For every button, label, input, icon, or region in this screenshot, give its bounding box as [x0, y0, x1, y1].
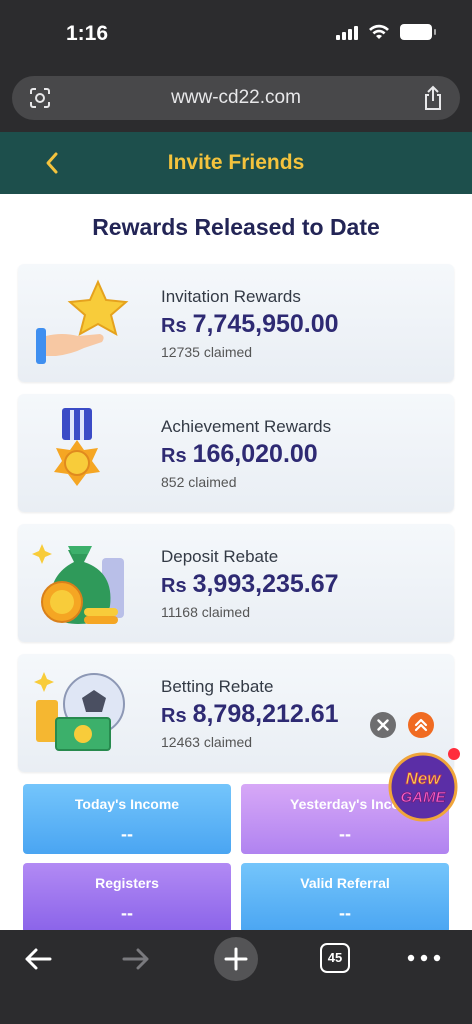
badge-line2: GAME — [401, 789, 447, 806]
plus-icon — [224, 947, 248, 971]
star-hand-icon — [36, 279, 129, 364]
registers-tile[interactable]: Registers -- — [23, 863, 231, 930]
new-game-badge[interactable]: New GAME — [384, 748, 462, 826]
page-header: Invite Friends — [0, 132, 472, 194]
amount-value: 8,798,212.61 — [192, 700, 339, 728]
page-title: Invite Friends — [167, 151, 305, 174]
scroll-top-button[interactable] — [408, 712, 434, 738]
amount-value: 7,745,950.00 — [192, 310, 339, 338]
url-text[interactable]: www-cd22.com — [12, 87, 460, 109]
invitation-rewards-card: Invitation Rewards Rs 7,745,950.00 12735 … — [18, 264, 454, 382]
soccer-cash-icon — [34, 672, 125, 751]
card-label: Betting Rebate — [161, 677, 274, 696]
card-label: Deposit Rebate — [161, 547, 279, 566]
card-amount: Rs 3,993,235.67 — [161, 570, 339, 599]
amount-value: 166,020.00 — [192, 440, 318, 468]
card-label: Achievement Rewards — [161, 417, 332, 436]
currency-symbol: Rs — [161, 705, 187, 727]
tile-value: -- — [339, 903, 351, 923]
medal-icon — [54, 408, 100, 486]
tile-value: -- — [339, 824, 351, 844]
share-icon[interactable] — [422, 85, 444, 111]
currency-symbol: Rs — [161, 315, 187, 337]
todays-income-tile[interactable]: Today's Income -- — [23, 784, 231, 854]
tile-label: Registers — [95, 875, 159, 891]
tile-label: Today's Income — [74, 796, 180, 812]
tabs-button[interactable]: 45 — [320, 943, 350, 973]
cellular-signal-icon — [336, 24, 358, 40]
currency-symbol: Rs — [161, 575, 187, 597]
achievement-rewards-card: Achievement Rewards Rs 166,020.00 852 cla… — [18, 394, 454, 512]
battery-icon — [400, 24, 436, 40]
card-amount: Rs 166,020.00 — [161, 440, 318, 469]
tile-value: -- — [121, 903, 133, 923]
close-icon — [377, 719, 389, 731]
new-tab-button[interactable] — [214, 937, 258, 981]
card-claimed: 852 claimed — [161, 474, 237, 490]
deposit-rebate-card: Deposit Rebate Rs 3,993,235.67 11168 clai… — [18, 524, 454, 642]
currency-symbol: Rs — [161, 445, 187, 467]
tile-value: -- — [121, 824, 133, 844]
double-chevron-up-icon — [414, 718, 428, 732]
status-time: 1:16 — [66, 22, 109, 45]
back-icon[interactable] — [22, 944, 54, 974]
card-amount: Rs 8,798,212.61 — [161, 700, 339, 729]
badge-line1: New — [406, 769, 443, 788]
card-claimed: 12463 claimed — [161, 734, 253, 750]
amount-value: 3,993,235.67 — [192, 570, 339, 598]
section-title: Rewards Released to Date — [92, 214, 380, 240]
card-label: Invitation Rewards — [161, 287, 301, 306]
card-claimed: 11168 claimed — [161, 604, 250, 620]
forward-icon[interactable] — [120, 944, 152, 974]
status-icons — [336, 24, 436, 40]
money-bag-icon — [32, 544, 124, 624]
card-amount: Rs 7,745,950.00 — [161, 310, 339, 339]
browser-bottom-bar: 45 — [0, 930, 472, 1024]
wifi-icon — [369, 24, 389, 39]
more-icon[interactable] — [406, 950, 442, 966]
card-claimed: 12735 claimed — [161, 344, 253, 360]
status-bar: 1:16 — [0, 0, 472, 70]
close-float-button[interactable] — [370, 712, 396, 738]
valid-referral-tile[interactable]: Valid Referral -- — [241, 863, 449, 930]
tile-label: Valid Referral — [300, 875, 390, 891]
url-bar[interactable]: www-cd22.com — [12, 76, 460, 120]
